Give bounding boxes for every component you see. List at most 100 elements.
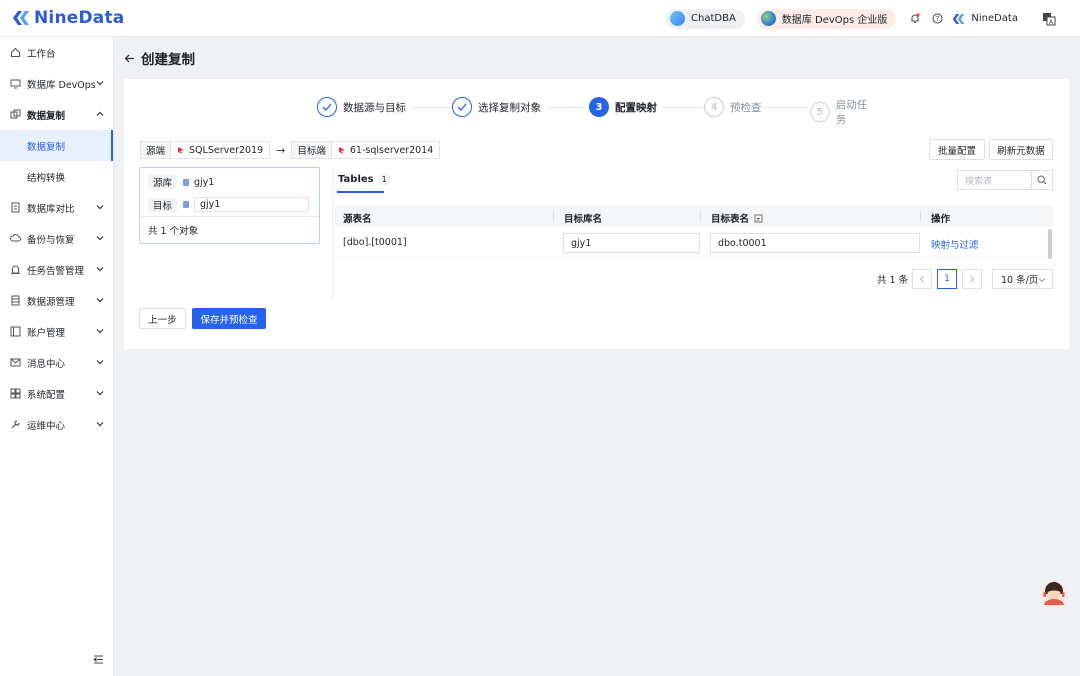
tab-count-badge: 1	[378, 174, 390, 185]
sidebar-subitem-structure-conversion[interactable]: 结构转换	[0, 161, 113, 192]
tab-label: Tables	[338, 174, 374, 185]
source-target-bar: 源端 SQLServer2019 → 目标端 61-sqlserver2014	[140, 141, 441, 159]
logo[interactable]: NineData	[12, 8, 124, 28]
chatdba-button[interactable]: ChatDBA	[666, 8, 745, 29]
sidebar-item-db-compare[interactable]: 数据库对比	[0, 192, 113, 223]
language-switch-icon[interactable]: A	[1042, 12, 1056, 26]
save-and-precheck-button[interactable]: 保存并预检查	[192, 308, 266, 329]
edit-icon[interactable]	[754, 214, 763, 223]
database-icon	[9, 295, 21, 307]
search-icon[interactable]	[1031, 171, 1052, 189]
sidebar-item-messages[interactable]: 消息中心	[0, 347, 113, 378]
table-scrollbar[interactable]	[1048, 229, 1052, 259]
account-icon	[9, 326, 21, 338]
step-connector	[764, 107, 808, 108]
target-value: 61-sqlserver2014	[349, 144, 434, 156]
step-label: 配置映射	[615, 101, 657, 114]
svg-text:?: ?	[936, 15, 940, 23]
target-db-field[interactable]: gjy1	[563, 233, 700, 253]
chevron-down-icon	[96, 267, 104, 272]
chatdba-icon	[670, 11, 686, 26]
monitor-icon	[9, 78, 21, 90]
source-table-name: [dbo].[t0001]	[343, 237, 407, 248]
chevron-down-icon	[96, 360, 104, 365]
sidebar: 工作台 数据库 DevOps 数据复制 数据复制 结构转换 数据库对比 备份与恢…	[0, 37, 114, 676]
batch-config-button[interactable]: 批量配置	[929, 139, 985, 160]
step-2: 选择复制对象	[452, 97, 541, 117]
step-label: 选择复制对象	[478, 101, 541, 114]
column-actions: 操作	[931, 214, 951, 225]
edition-badge[interactable]: 数据库 DevOps 企业版	[756, 8, 897, 29]
prev-step-button[interactable]: 上一步	[139, 308, 186, 329]
mapping-filter-link[interactable]: 映射与过滤	[931, 237, 979, 251]
prev-page-button[interactable]	[912, 269, 932, 289]
user-menu[interactable]: NineData	[952, 13, 1018, 25]
page-size-select[interactable]: 10 条/页	[992, 269, 1053, 289]
chevron-down-icon	[96, 81, 104, 86]
steps-indicator: 数据源与目标 选择复制对象 3 配置映射 4 预检查 5 启动任务	[317, 97, 877, 126]
step-label: 预检查	[730, 101, 762, 114]
user-name: NineData	[971, 13, 1018, 24]
sidebar-item-label: 数据源管理	[27, 296, 75, 308]
source-db-name: gjy1	[194, 176, 215, 188]
compare-icon	[9, 202, 21, 214]
globe-icon	[760, 11, 776, 26]
table-search-input[interactable]: 搜索表	[957, 170, 1053, 190]
target-table-field[interactable]: dbo.t0001	[710, 233, 920, 253]
ninedata-logo-icon	[13, 11, 29, 25]
sidebar-item-workbench[interactable]: 工作台	[0, 37, 113, 68]
sidebar-item-ops-center[interactable]: 运维中心	[0, 409, 113, 440]
sidebar-item-label: 工作台	[27, 48, 56, 60]
sidebar-item-data-replication[interactable]: 数据复制	[0, 99, 113, 130]
arrow-right-icon: →	[276, 143, 286, 157]
step-5: 5 启动任务	[810, 97, 877, 127]
source-endpoint: 源端 SQLServer2019	[140, 141, 271, 159]
sidebar-item-system-config[interactable]: 系统配置	[0, 378, 113, 409]
check-icon	[317, 97, 337, 117]
sqlserver-icon	[178, 146, 185, 154]
main-card: 数据源与目标 选择复制对象 3 配置映射 4 预检查 5 启动任务 源端 SQL…	[124, 79, 1069, 349]
step-number: 3	[589, 97, 609, 117]
step-3: 3 配置映射	[589, 97, 657, 117]
sidebar-item-label: 数据复制	[27, 110, 66, 122]
back-arrow-icon[interactable]	[124, 53, 135, 64]
top-bar: NineData ChatDBA 数据库 DevOps 企业版 ? NineDa…	[0, 0, 1080, 37]
chevron-down-icon	[96, 236, 104, 241]
refresh-metadata-button[interactable]: 刷新元数据	[989, 139, 1053, 160]
help-icon[interactable]: ?	[930, 12, 944, 26]
sidebar-item-alarm[interactable]: 任务告警管理	[0, 254, 113, 285]
source-db-row[interactable]: 源库 gjy1	[148, 175, 214, 189]
next-page-button[interactable]	[962, 269, 982, 289]
chevron-down-icon	[96, 422, 104, 427]
step-number: 5	[810, 102, 830, 122]
sidebar-item-label: 系统配置	[27, 389, 66, 401]
tab-tables[interactable]: Tables 1	[338, 174, 390, 185]
notification-bell-icon[interactable]	[908, 12, 922, 26]
object-tree-panel: 源库 gjy1 目标 gjy1 共 1 个对象	[139, 167, 320, 244]
chatdba-label: ChatDBA	[691, 13, 736, 24]
database-icon	[183, 201, 190, 208]
sidebar-item-datasource[interactable]: 数据源管理	[0, 285, 113, 316]
sidebar-item-backup[interactable]: 备份与恢复	[0, 223, 113, 254]
column-divider	[920, 211, 921, 221]
sidebar-item-label: 消息中心	[27, 358, 66, 370]
source-label: 源端	[141, 142, 172, 158]
sidebar-item-account[interactable]: 账户管理	[0, 316, 113, 347]
copy-icon	[9, 109, 21, 121]
target-endpoint: 目标端 61-sqlserver2014	[291, 141, 441, 159]
column-divider	[700, 211, 701, 221]
column-target-db: 目标库名	[564, 214, 603, 225]
target-db-tag: 目标	[148, 197, 178, 212]
support-avatar[interactable]	[1039, 578, 1069, 610]
step-label: 启动任务	[835, 99, 868, 126]
collapse-sidebar-icon[interactable]	[93, 654, 104, 665]
target-db-input[interactable]: gjy1	[194, 197, 310, 212]
sidebar-item-devops[interactable]: 数据库 DevOps	[0, 68, 113, 99]
grid-icon	[9, 388, 21, 400]
tab-active-indicator	[337, 191, 384, 193]
table-row: [dbo].[t0001] gjy1 dbo.t0001 映射与过滤	[335, 228, 1053, 258]
step-4: 4 预检查	[704, 97, 762, 117]
sidebar-subitem-data-replication[interactable]: 数据复制	[0, 130, 113, 161]
page-1-button[interactable]: 1	[937, 269, 957, 289]
chevron-right-icon	[970, 275, 975, 283]
